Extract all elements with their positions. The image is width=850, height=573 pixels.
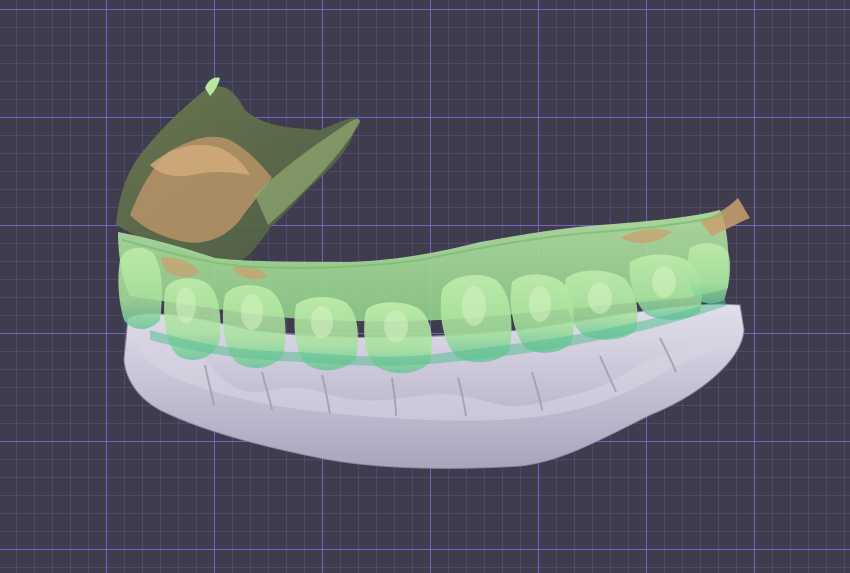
dental-scan-model[interactable]	[0, 0, 850, 573]
3d-viewport[interactable]	[0, 0, 850, 573]
